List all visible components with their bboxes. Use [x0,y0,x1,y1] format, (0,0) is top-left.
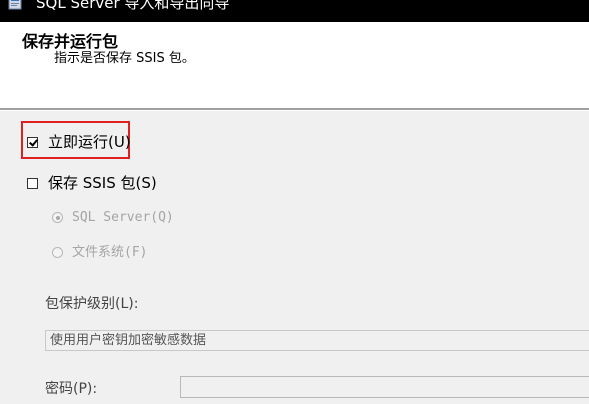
save-ssis-checkbox[interactable] [27,178,38,189]
wizard-app-icon [8,0,22,10]
wizard-header: 保存并运行包 指示是否保存 SSIS 包。 [0,22,589,108]
page-title: 保存并运行包 [22,32,119,51]
password-label: 密码(P): [45,381,98,397]
protection-level-label: 包保护级别(L): [45,296,139,312]
page-subtitle: 指示是否保存 SSIS 包。 [54,51,195,66]
header-divider [0,108,589,111]
password-field[interactable] [180,376,589,398]
title-bar: SQL Server 导入和导出向导 [0,0,589,22]
sql-server-label[interactable]: SQL Server(Q) [72,209,174,227]
protection-level-select[interactable]: 使用用户密钥加密敏感数据 [45,330,589,351]
sql-server-radio[interactable] [52,212,63,223]
window-title: SQL Server 导入和导出向导 [36,0,230,12]
file-system-radio[interactable] [52,247,63,258]
save-ssis-label[interactable]: 保存 SSIS 包(S) [48,174,157,192]
file-system-label[interactable]: 文件系统(F) [72,244,147,262]
run-immediately-label[interactable]: 立即运行(U) [48,133,131,151]
run-immediately-checkbox[interactable] [27,137,38,148]
